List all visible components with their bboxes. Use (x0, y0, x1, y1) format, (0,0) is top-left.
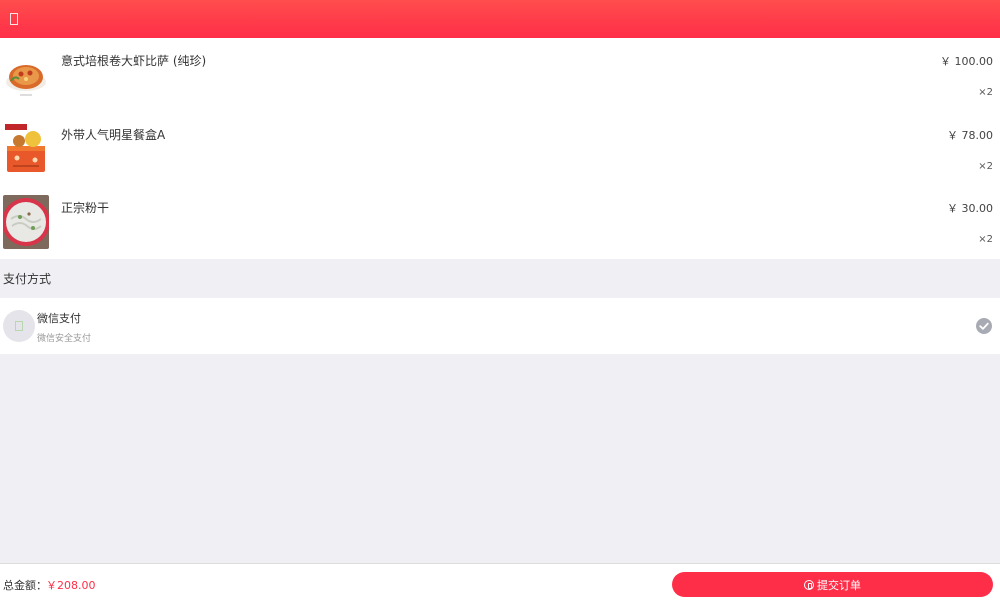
submit-order-button[interactable]: 提交订单 (672, 572, 993, 597)
checkmark-icon[interactable] (976, 318, 992, 334)
item-name: 意式培根卷大虾比萨 (纯珍) (61, 54, 207, 68)
payment-option-wechat[interactable]: 微信支付 微信安全支付 (0, 298, 1000, 354)
item-name: 外带人气明星餐盒A (61, 127, 166, 142)
item-name: 正宗粉干 (61, 201, 110, 216)
payment-method-desc: 微信安全支付 (37, 334, 92, 344)
item-quantity: ×2 (978, 234, 993, 246)
payment-method-name: 微信支付 (37, 312, 81, 325)
order-footer: 总金额： ￥208.00 提交订单 (0, 563, 1000, 600)
item-price: ￥ 78.00 (947, 128, 993, 142)
submit-order-label: 提交订单 (817, 578, 861, 592)
item-price: ￥ 100.00 (940, 55, 993, 68)
submit-icon (804, 579, 814, 590)
order-item: 意式培根卷大虾比萨 (纯珍) ￥ 100.00 ×2 (0, 38, 1000, 112)
item-price: ￥ 30.00 (947, 202, 993, 216)
order-item: 外带人气明星餐盒A ￥ 78.00 ×2 (0, 112, 1000, 186)
item-quantity: ×2 (978, 87, 993, 98)
wechat-pay-icon (3, 310, 35, 342)
pizza-thumbnail (3, 48, 49, 102)
back-icon[interactable] (10, 13, 18, 25)
order-item: 正宗粉干 ￥ 30.00 ×2 (0, 185, 1000, 259)
order-item-list: 意式培根卷大虾比萨 (纯珍) ￥ 100.00 ×2 外带人气明星餐盒A ￥ 7… (0, 38, 1000, 259)
total-amount: ￥208.00 (46, 579, 96, 592)
payment-section-title: 支付方式 (3, 272, 52, 286)
item-quantity: ×2 (978, 160, 993, 172)
noodle-bowl-thumbnail (3, 195, 49, 250)
top-nav-bar (0, 0, 1000, 38)
meal-box-thumbnail (3, 121, 49, 176)
total-label: 总金额： (3, 579, 47, 592)
